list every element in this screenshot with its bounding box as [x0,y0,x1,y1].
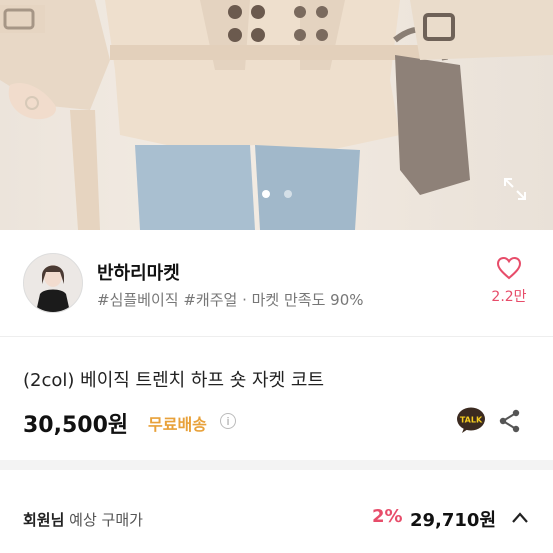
member-price-row[interactable]: 회원님 예상 구매가 2% 29,710원 [0,471,553,553]
member-price-label: 회원님 예상 구매가 [23,509,143,530]
discount-rate: 2% [372,506,403,527]
product-image[interactable] [0,0,553,230]
shop-tags: #심플베이직 #캐주얼 · 마켓 만족도 90% [97,291,364,309]
section-divider [0,460,553,470]
free-shipping-label: 무료배송 [148,415,207,434]
like-button[interactable]: 2.2만 [486,256,532,306]
talk-label: TALK [460,416,483,425]
member-price: 29,710원 [410,510,497,531]
chevron-up-icon[interactable] [510,509,530,527]
like-count: 2.2만 [491,289,527,305]
product-title: (2col) 베이직 트렌치 하프 숏 자켓 코트 [23,370,325,391]
product-price: 30,500원 [23,413,129,438]
image-pagination [0,190,553,198]
shop-avatar[interactable] [23,253,83,313]
share-icon[interactable] [497,408,523,434]
heart-icon [496,256,522,280]
pagination-dot[interactable] [261,190,270,198]
info-icon[interactable]: i [220,413,236,429]
member-label-rest: 예상 구매가 [64,511,143,529]
shop-info[interactable]: 반하리마켓 #심플베이직 #캐주얼 · 마켓 만족도 90% 2.2만 [0,231,553,337]
talk-chat-icon[interactable]: TALK [456,406,486,434]
expand-icon[interactable] [502,176,528,202]
member-label-strong: 회원님 [23,511,65,529]
pagination-dot[interactable] [283,190,292,198]
shop-name[interactable]: 반하리마켓 [97,259,180,285]
